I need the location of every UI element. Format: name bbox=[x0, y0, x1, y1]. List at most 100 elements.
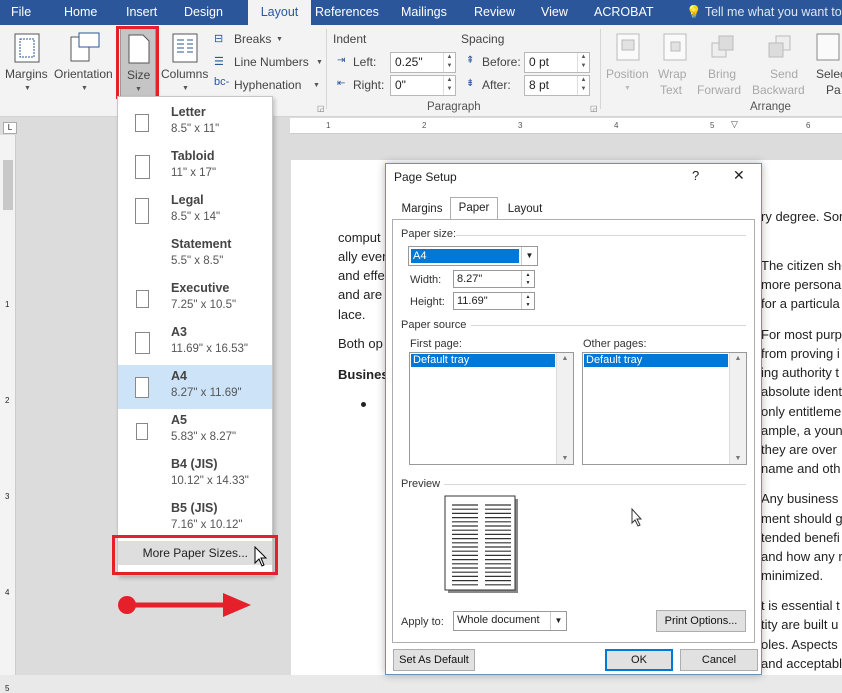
doc-text-line: ry degree. Sor bbox=[761, 209, 842, 224]
menu-tab-layout[interactable]: Layout bbox=[248, 0, 311, 25]
doc-text-line: The citizen sho bbox=[761, 258, 842, 273]
menu-tab-mailings[interactable]: Mailings bbox=[401, 0, 447, 25]
spin-arrows-icon[interactable]: ▲ ▼ bbox=[443, 76, 455, 95]
line-numbers-button[interactable]: ☰ Line Numbers ▼ bbox=[214, 53, 324, 73]
ruler-number: 6 bbox=[806, 121, 811, 130]
menu-tab-review[interactable]: Review bbox=[474, 0, 515, 25]
first-page-selected-item[interactable]: Default tray bbox=[411, 354, 555, 367]
doc-text-line: For most purp bbox=[761, 327, 842, 342]
orientation-dropdown-arrow: ▼ bbox=[81, 85, 88, 92]
margins-icon bbox=[14, 33, 40, 63]
paper-size-name: B5 (JIS) bbox=[171, 501, 218, 515]
first-page-listbox[interactable]: Default tray ▲ ▼ bbox=[409, 352, 574, 465]
help-button[interactable]: ? bbox=[692, 168, 699, 183]
first-page-label: First page: bbox=[410, 338, 462, 350]
spacing-before-icon: ⇞ bbox=[466, 55, 475, 66]
dialog-tab-margins[interactable]: Margins bbox=[394, 199, 450, 219]
indent-marker-icon[interactable]: ▽ bbox=[731, 119, 738, 130]
paragraph-launcher-icon[interactable]: ◲ bbox=[590, 104, 598, 113]
paper-size-item[interactable]: A3 11.69" x 16.53" bbox=[118, 321, 272, 365]
scrollbar[interactable]: ▲ ▼ bbox=[556, 353, 573, 464]
selection-pane-button[interactable]: Selec Pa bbox=[812, 27, 842, 99]
spacing-before-input[interactable]: 0 pt ▲ ▼ bbox=[524, 52, 590, 73]
indent-left-input[interactable]: 0.25" ▲ ▼ bbox=[390, 52, 456, 73]
apply-to-select[interactable]: Whole document ▼ bbox=[453, 611, 567, 631]
dialog-title: Page Setup bbox=[394, 170, 457, 184]
page-setup-launcher-icon[interactable]: ◲ bbox=[317, 104, 325, 113]
ruler-number: 3 bbox=[5, 492, 10, 501]
paper-size-item[interactable]: Letter 8.5" x 11" bbox=[118, 101, 272, 145]
indent-right-input[interactable]: 0" ▲ ▼ bbox=[390, 75, 456, 96]
tab-selector-icon[interactable]: L bbox=[3, 122, 17, 134]
paper-size-name: Statement bbox=[171, 237, 232, 251]
tell-me-text: Tell me what you want to bbox=[704, 5, 842, 19]
indent-right-icon: ⇤ bbox=[337, 78, 346, 89]
hyphenation-dropdown-arrow: ▼ bbox=[313, 82, 320, 89]
scroll-up-icon[interactable]: ▲ bbox=[730, 355, 746, 362]
paper-size-select[interactable]: A4 ▼ bbox=[408, 246, 538, 266]
paper-size-dimensions: 10.12" x 14.33" bbox=[171, 475, 249, 487]
paper-size-item[interactable]: Statement 5.5" x 8.5" bbox=[118, 233, 272, 277]
spin-arrows-icon[interactable]: ▲ ▼ bbox=[577, 76, 589, 95]
orientation-button[interactable]: Orientation ▼ bbox=[53, 27, 117, 99]
spin-arrows-icon[interactable]: ▲ ▼ bbox=[577, 53, 589, 72]
breaks-icon: ⊟ bbox=[214, 33, 224, 45]
breaks-button[interactable]: ⊟ Breaks ▼ bbox=[214, 30, 324, 50]
close-button[interactable]: ✕ bbox=[733, 167, 745, 184]
wrap-text-button[interactable]: Wrap Text bbox=[654, 27, 696, 99]
position-button[interactable]: Position ▼ bbox=[604, 27, 652, 99]
paper-size-item[interactable]: Tabloid 11" x 17" bbox=[118, 145, 272, 189]
paper-size-item[interactable]: B4 (JIS) 10.12" x 14.33" bbox=[118, 453, 272, 497]
spacing-after-input[interactable]: 8 pt ▲ ▼ bbox=[524, 75, 590, 96]
paper-size-icon bbox=[134, 155, 150, 179]
scroll-down-icon[interactable]: ▼ bbox=[730, 455, 746, 462]
scroll-up-icon[interactable]: ▲ bbox=[557, 355, 573, 362]
width-label: Width: bbox=[410, 274, 442, 286]
ruler-number: 4 bbox=[5, 588, 10, 597]
print-options-button[interactable]: Print Options... bbox=[656, 610, 746, 632]
menu-tab-insert[interactable]: Insert bbox=[126, 0, 157, 25]
doc-text-line: from proving i bbox=[761, 346, 840, 361]
doc-text-line: ing authority t bbox=[761, 365, 840, 380]
hyphenation-button[interactable]: bc- Hyphenation ▼ bbox=[214, 76, 324, 96]
cancel-button[interactable]: Cancel bbox=[680, 649, 758, 671]
menu-tab-design[interactable]: Design bbox=[184, 0, 223, 25]
menu-tab-file[interactable]: File bbox=[11, 0, 31, 25]
scroll-down-icon[interactable]: ▼ bbox=[557, 455, 573, 462]
margins-label: Margins bbox=[5, 67, 48, 81]
bring-forward-button[interactable]: Bring Forward bbox=[697, 27, 749, 99]
paper-size-item[interactable]: Legal 8.5" x 14" bbox=[118, 189, 272, 233]
other-pages-listbox[interactable]: Default tray ▲ ▼ bbox=[582, 352, 747, 465]
chevron-down-icon[interactable]: ▼ bbox=[521, 247, 537, 265]
set-as-default-button[interactable]: Set As Default bbox=[393, 649, 475, 671]
dialog-tab-paper[interactable]: Paper bbox=[450, 197, 498, 219]
paper-size-item[interactable]: A5 5.83" x 8.27" bbox=[118, 409, 272, 453]
chevron-down-icon[interactable]: ▼ bbox=[550, 612, 566, 630]
other-pages-selected-item[interactable]: Default tray bbox=[584, 354, 728, 367]
menu-tab-references[interactable]: References bbox=[315, 0, 379, 25]
margins-button[interactable]: Margins ▼ bbox=[2, 27, 52, 99]
breaks-label: Breaks bbox=[234, 32, 272, 46]
columns-label: Columns bbox=[161, 67, 209, 81]
paper-size-item[interactable]: Executive 7.25" x 10.5" bbox=[118, 277, 272, 321]
paper-source-label: Paper source bbox=[401, 319, 467, 331]
paper-size-dimensions: 5.83" x 8.27" bbox=[171, 431, 237, 443]
send-backward-button[interactable]: Send Backward bbox=[751, 27, 809, 99]
spin-arrows-icon[interactable]: ▲ ▼ bbox=[443, 53, 455, 72]
doc-text-line: absolute ident bbox=[761, 384, 842, 399]
menu-tab-view[interactable]: View bbox=[541, 0, 568, 25]
dialog-tab-layout[interactable]: Layout bbox=[500, 199, 550, 219]
columns-button[interactable]: Columns ▼ bbox=[160, 27, 212, 99]
paper-size-item[interactable]: A4 8.27" x 11.69" bbox=[118, 365, 272, 409]
menu-tab-home[interactable]: Home bbox=[64, 0, 97, 25]
menu-tab-acrobat[interactable]: ACROBAT bbox=[594, 0, 654, 25]
indent-right-label: Right: bbox=[353, 78, 385, 92]
ok-button[interactable]: OK bbox=[605, 649, 673, 671]
spin-arrows-icon[interactable]: ▲ ▼ bbox=[521, 293, 534, 309]
width-input[interactable]: 8.27" ▲ ▼ bbox=[453, 270, 535, 288]
scrollbar[interactable]: ▲ ▼ bbox=[729, 353, 746, 464]
height-input[interactable]: 11.69" ▲ ▼ bbox=[453, 292, 535, 310]
spin-arrows-icon[interactable]: ▲ ▼ bbox=[521, 271, 534, 287]
size-dropdown-menu: Letter 8.5" x 11" Tabloid 11" x 17" Legal 8.5… bbox=[117, 96, 273, 576]
tell-me-box[interactable]: 💡 Tell me what you want to bbox=[686, 0, 842, 25]
